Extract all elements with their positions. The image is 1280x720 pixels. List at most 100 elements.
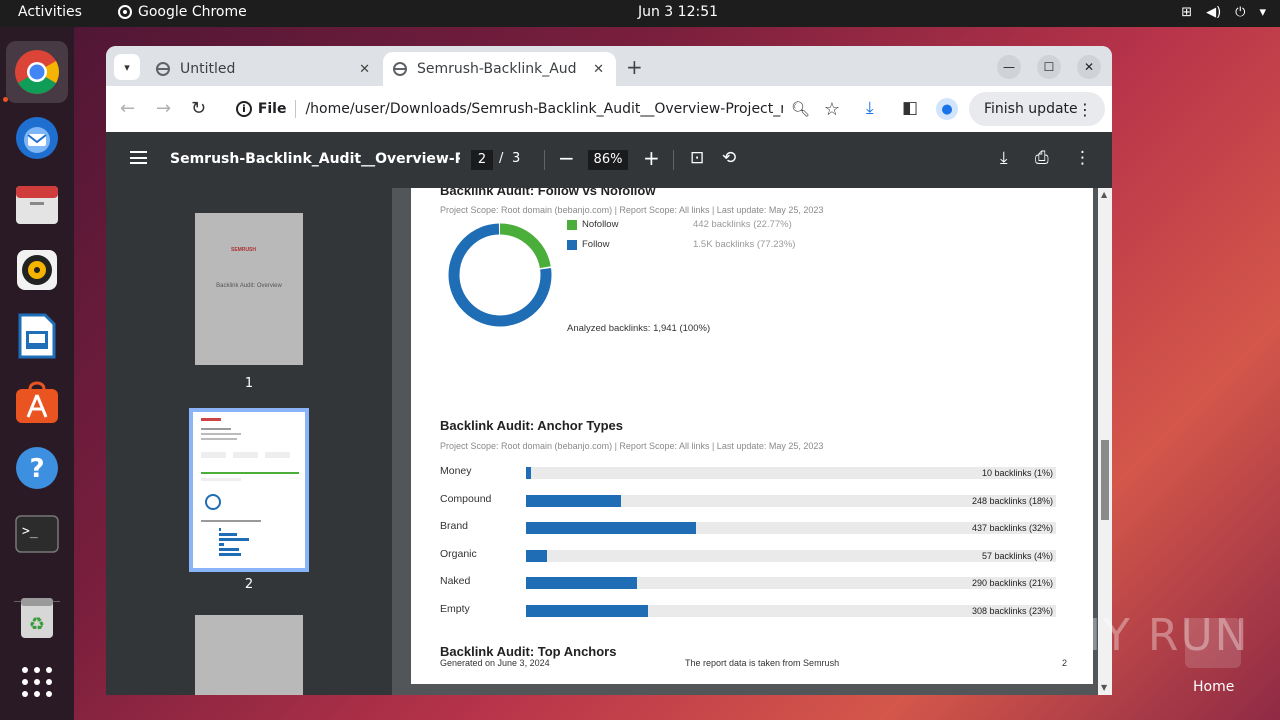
bar-track: 290 backlinks (21%) [526,577,1056,589]
apps-grid-icon [22,667,52,697]
forward-button[interactable]: → [156,98,171,119]
divider [544,150,545,170]
follow-donut-chart [448,223,552,327]
reload-icon: ↻ [191,98,207,119]
downloads-icon[interactable]: ⤓ [866,98,874,118]
page-number-input[interactable]: 2 [471,150,493,170]
thumbnail-page-1[interactable]: SEMRUSH Backlink Audit: Overview [195,213,303,365]
arrow-left-icon: ← [120,98,136,119]
scope-text: Project Scope: Root domain (bebanjo.com)… [440,205,824,215]
profile-icon[interactable]: ● [936,98,958,120]
bar-label: Brand [440,520,469,532]
globe-icon [156,62,170,76]
dock-terminal[interactable]: >_ [6,503,68,565]
system-tray[interactable]: ⊞ ◀) ⏻ ▾ [1181,5,1266,20]
bar-track: 10 backlinks (1%) [526,467,1056,479]
dock-app-center[interactable] [6,371,68,433]
back-button[interactable]: ← [120,98,135,119]
thumbnail-page-3[interactable] [195,615,303,695]
close-icon: ✕ [1083,60,1095,74]
network-icon: ⊞ [1181,5,1193,20]
dock-chrome[interactable] [6,41,68,103]
reload-button[interactable]: ↻ [191,98,206,119]
scroll-down-icon[interactable]: ▼ [1101,683,1107,692]
zoom-icon[interactable]: 🔍︎ [791,100,810,118]
pdf-title: Semrush-Backlink_Audit__Overview-Project… [170,151,460,167]
zoom-input[interactable]: 86% [588,150,628,170]
side-panel-icon[interactable]: ◧ [902,98,918,118]
bar-fill [526,550,548,562]
download-icon[interactable]: ⤓ [1000,148,1008,168]
bar-track: 308 backlinks (23%) [526,605,1056,617]
bar-fill [526,467,532,479]
bookmark-star-icon[interactable]: ☆ [824,99,840,120]
dock-trash[interactable]: ♻ [6,587,68,649]
url-text[interactable]: /home/user/Downloads/Semrush-Backlink_Au… [305,101,782,117]
bar-label: Naked [440,575,471,587]
thumbnail-page-2[interactable] [189,408,309,572]
dock-thunderbird[interactable] [6,107,68,169]
legend-follow: Follow [567,239,609,250]
legend-nofollow: Nofollow [567,219,618,230]
bar-track: 57 backlinks (4%) [526,550,1056,562]
dock: ? >_ ♻ [0,27,74,720]
print-icon[interactable]: ⎙ [1035,148,1049,168]
dock-help[interactable]: ? [6,437,68,499]
close-icon[interactable]: ✕ [593,62,604,77]
maximize-icon: ☐ [1043,60,1055,74]
dock-files[interactable] [6,173,68,235]
divider [673,150,674,170]
close-window-button[interactable]: ✕ [1077,55,1101,79]
globe-icon [393,62,407,76]
scroll-up-icon[interactable]: ▲ [1101,190,1107,199]
dock-show-apps[interactable] [6,651,68,713]
writer-icon [18,313,56,359]
scroll-thumb[interactable] [1101,440,1109,520]
minimize-icon: — [1003,60,1015,74]
zoom-out-button[interactable]: − [558,146,575,170]
legend-value: 1.5K backlinks (77.23%) [693,239,796,250]
dock-rhythmbox[interactable] [6,239,68,301]
analyzed-backlinks: Analyzed backlinks: 1,941 (100%) [567,323,711,334]
bar-label: Money [440,465,472,477]
legend-label: Nofollow [582,219,619,230]
finish-update-button[interactable]: Finish update ⋮ [969,92,1105,126]
close-icon[interactable]: ✕ [359,62,370,77]
fit-page-icon[interactable]: ⊡ [690,148,704,168]
system-top-bar: Activities Google Chrome Jun 3 12:51 ⊞ ◀… [0,0,1280,27]
volume-icon: ◀) [1206,5,1222,20]
tab-semrush[interactable]: Semrush-Backlink_Audit ✕ [383,52,616,86]
thumb-logo: SEMRUSH [231,247,257,253]
terminal-icon: >_ [15,515,59,553]
bar-value: 248 backlinks (18%) [971,496,1053,506]
maximize-button[interactable]: ☐ [1037,55,1061,79]
bar-value: 57 backlinks (4%) [981,551,1053,561]
section-title-anchor-types: Backlink Audit: Anchor Types [440,418,623,433]
clock[interactable]: Jun 3 12:51 [0,4,1280,20]
bar-label: Empty [440,603,470,615]
zoom-in-button[interactable]: + [643,146,660,170]
minimize-button[interactable]: — [997,55,1021,79]
menu-icon[interactable] [130,151,147,164]
tab-search-button[interactable]: ▾ [114,54,140,80]
new-tab-button[interactable]: + [626,55,643,79]
more-vert-icon[interactable]: ⋮ [1077,100,1093,119]
scope-text: Project Scope: Root domain (bebanjo.com)… [440,441,824,451]
rotate-icon[interactable]: ⟲ [722,148,736,168]
footer-generated-visible: Generated on June 3, 2024 [440,658,550,668]
home-folder-icon[interactable] [1185,618,1241,668]
site-info-icon[interactable]: i [236,101,252,117]
bar-row: Naked 290 backlinks (21%) [440,575,1056,589]
chrome-window: ▾ Untitled ✕ Semrush-Backlink_Audit ✕ + … [106,46,1112,695]
bar-fill [526,577,638,589]
footer-source: The report data is taken from Semrush [685,658,840,668]
more-vert-icon[interactable]: ⋮ [1074,148,1091,168]
bar-row: Money 10 backlinks (1%) [440,465,1056,479]
dock-writer[interactable] [6,305,68,367]
help-icon: ? [16,447,58,489]
address-bar[interactable]: i File /home/user/Downloads/Semrush-Back… [226,92,840,126]
bar-row: Brand 437 backlinks (32%) [440,520,1056,534]
tab-untitled[interactable]: Untitled ✕ [146,52,382,86]
url-scheme: File [257,101,287,117]
bar-fill [526,522,696,534]
